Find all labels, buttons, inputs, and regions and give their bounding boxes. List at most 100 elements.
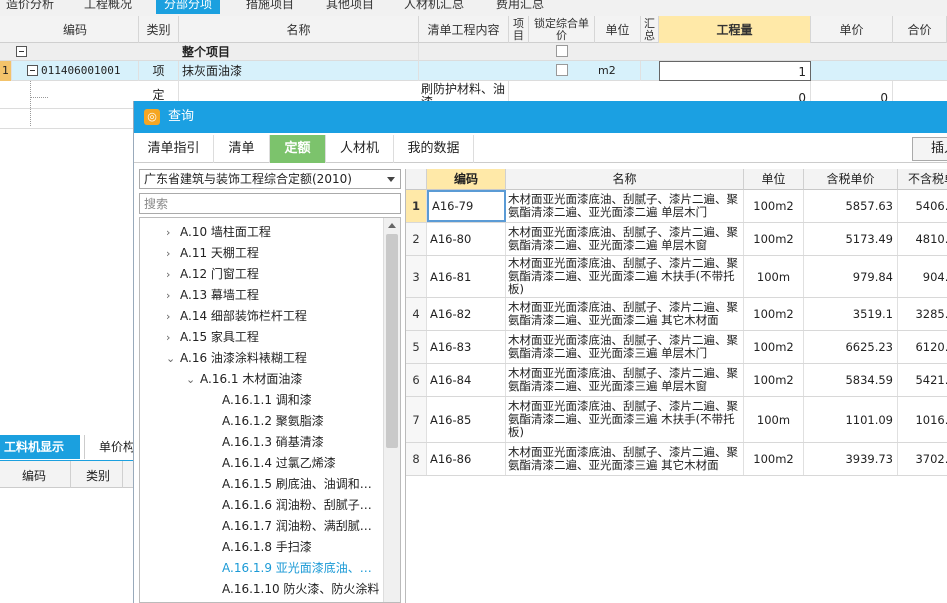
quota-code[interactable]: A16-86 xyxy=(427,443,506,475)
tab-project-overview[interactable]: 工程概况 xyxy=(84,0,132,14)
col-row-number xyxy=(406,169,427,190)
grid-row[interactable]: 7 A16-85 木材面亚光面漆底油、刮腻子、漆片二遍、聚氨酯清漆二遍、亚光面漆三遍… xyxy=(406,397,947,443)
scroll-thumb[interactable] xyxy=(386,234,398,448)
lock-checkbox[interactable] xyxy=(556,64,568,76)
tree-node[interactable]: › A.12 门窗工程 xyxy=(166,264,259,285)
tree-node[interactable]: ⌄ A.16 油漆涂料裱糊工程 xyxy=(166,348,307,369)
chevron-right-icon[interactable]: › xyxy=(166,264,180,285)
tax-price: 1101.09 xyxy=(804,397,898,442)
grid-row[interactable]: 4 A16-82 木材面亚光面漆底油、刮腻子、漆片二遍、聚氨酯清漆二遍、亚光面漆二遍… xyxy=(406,298,947,331)
quota-code[interactable]: A16-82 xyxy=(427,298,506,330)
item-category: 项 xyxy=(139,61,179,81)
chevron-right-icon[interactable]: › xyxy=(166,243,180,264)
table-row-project[interactable]: 整个项目 xyxy=(0,43,947,61)
tab-fee-summary[interactable]: 费用汇总 xyxy=(496,0,544,14)
tree-node[interactable]: A.16.1.3 硝基清漆 xyxy=(222,432,324,453)
quota-name: 木材面亚光面漆底油、刮腻子、漆片二遍、聚氨酯清漆二遍、亚光面漆二遍 单层木窗 xyxy=(506,223,744,255)
tab-price-composition[interactable]: 单价构成 xyxy=(84,435,135,459)
tab-bill[interactable]: 清单 xyxy=(214,135,270,163)
tree-node-label: A.12 门窗工程 xyxy=(180,267,259,281)
quota-name: 木材面亚光面漆底油、刮腻子、漆片二遍、聚氨酯清漆二遍、亚光面漆二遍 其它木材面 xyxy=(506,298,744,330)
chevron-right-icon[interactable]: › xyxy=(166,285,180,306)
quota-code[interactable]: A16-83 xyxy=(427,331,506,363)
collapse-icon[interactable] xyxy=(16,46,27,57)
tab-material-display[interactable]: 工料机显示 xyxy=(0,435,80,459)
tab-other-items[interactable]: 其他项目 xyxy=(326,0,374,14)
col-tax-price[interactable]: 含税单价 xyxy=(804,169,898,190)
bottom-table-header: 编码 类别 xyxy=(0,461,135,488)
tree-node[interactable]: A.16.1.2 聚氨脂漆 xyxy=(222,411,324,432)
row-number: 1 xyxy=(0,61,12,81)
tree-node[interactable]: A.16.1.4 过氯乙烯漆 xyxy=(222,453,336,474)
scroll-up-icon[interactable] xyxy=(388,223,396,228)
tree-node[interactable]: A.16.1.1 调和漆 xyxy=(222,390,312,411)
tab-my-data[interactable]: 我的数据 xyxy=(394,135,474,163)
notax-price: 904.16 xyxy=(898,256,947,297)
table-row[interactable]: 1 011406001001 项 抹灰面油漆 m2 1 xyxy=(0,61,947,81)
chevron-right-icon[interactable]: › xyxy=(166,327,180,348)
tree-node[interactable]: A.16.1.8 手扫漆 xyxy=(222,537,312,558)
tab-material-summary[interactable]: 人材机汇总 xyxy=(404,0,464,14)
tree-node[interactable]: A.16.1.10 防火漆、防火涂料 xyxy=(222,579,379,600)
tab-bill-guide[interactable]: 清单指引 xyxy=(134,135,214,163)
tab-sub-items[interactable]: 分部分项 xyxy=(156,0,221,14)
chevron-right-icon[interactable]: › xyxy=(166,306,180,327)
grid-row[interactable]: 5 A16-83 木材面亚光面漆底油、刮腻子、漆片二遍、聚氨酯清漆二遍、亚光面漆三遍… xyxy=(406,331,947,364)
search-input[interactable] xyxy=(139,193,401,214)
tree-node[interactable]: › A.11 天棚工程 xyxy=(166,243,259,264)
tree-node[interactable]: A.16.1.5 刷底油、油调和… xyxy=(222,474,372,495)
col-unit[interactable]: 单位 xyxy=(744,169,804,190)
collapse-icon[interactable] xyxy=(27,65,38,76)
chevron-down-icon[interactable]: ⌄ xyxy=(186,369,200,390)
lock-checkbox[interactable] xyxy=(556,45,568,57)
tree-node[interactable]: › A.13 幕墙工程 xyxy=(166,285,259,306)
col-quantity: 工程量 xyxy=(659,16,811,43)
tree-node[interactable]: › A.14 细部装饰栏杆工程 xyxy=(166,306,307,327)
insert-button[interactable]: 插入 xyxy=(912,137,947,161)
grid-row[interactable]: 2 A16-80 木材面亚光面漆底油、刮腻子、漆片二遍、聚氨酯清漆二遍、亚光面漆二遍… xyxy=(406,223,947,256)
col-content: 清单工程内容 xyxy=(419,16,509,43)
tab-cost-analysis[interactable]: 造价分析 xyxy=(6,0,54,14)
tab-measures[interactable]: 措施项目 xyxy=(246,0,294,14)
tree-scrollbar[interactable] xyxy=(383,218,400,602)
grid-row[interactable]: 8 A16-86 木材面亚光面漆底油、刮腻子、漆片二遍、聚氨酯清漆二遍、亚光面漆三遍… xyxy=(406,443,947,476)
col-code[interactable]: 编码 xyxy=(427,169,506,190)
quota-unit: 100m2 xyxy=(744,190,804,222)
tax-price: 5857.63 xyxy=(804,190,898,222)
tab-quota[interactable]: 定额 xyxy=(270,135,326,163)
tree-node[interactable]: A.16.1.7 润油粉、满刮腻… xyxy=(222,516,372,537)
tree-node-label: A.10 墙柱面工程 xyxy=(180,225,271,239)
tree-node[interactable]: › A.10 墙柱面工程 xyxy=(166,222,271,243)
item-name[interactable]: 抹灰面油漆 xyxy=(179,61,419,81)
col-notax-price[interactable]: 不含税单价 xyxy=(898,169,947,190)
tree-node[interactable]: › A.15 家具工程 xyxy=(166,327,259,348)
tax-price: 5834.59 xyxy=(804,364,898,396)
quantity-input[interactable]: 1 xyxy=(659,61,811,81)
quota-library-select[interactable]: 广东省建筑与装饰工程综合定额(2010) xyxy=(139,169,401,189)
quota-code[interactable]: A16-84 xyxy=(427,364,506,396)
col-item: 项目 xyxy=(509,16,529,43)
tree-node[interactable]: A.16.1.9 亚光面漆底油、… xyxy=(222,558,372,579)
col-name[interactable]: 名称 xyxy=(506,169,744,190)
dialog-title-bar[interactable]: ◎ 查询 xyxy=(134,101,947,133)
quota-code[interactable]: A16-80 xyxy=(427,223,506,255)
tab-materials[interactable]: 人材机 xyxy=(326,135,394,163)
grid-row[interactable]: 6 A16-84 木材面亚光面漆底油、刮腻子、漆片二遍、聚氨酯清漆二遍、亚光面漆三遍… xyxy=(406,364,947,397)
bottom-detail-panel: 工料机显示 单价构成 编码 类别 xyxy=(0,432,135,603)
quota-name: 木材面亚光面漆底油、刮腻子、漆片二遍、聚氨酯清漆二遍、亚光面漆三遍 单层木门 xyxy=(506,331,744,363)
grid-row[interactable]: 1 A16-79 木材面亚光面漆底油、刮腻子、漆片二遍、聚氨酯清漆二遍、亚光面漆二遍… xyxy=(406,190,947,223)
quota-code[interactable]: A16-79 xyxy=(427,190,506,222)
grid-row[interactable]: 3 A16-81 木材面亚光面漆底油、刮腻子、漆片二遍、聚氨酯清漆二遍、亚光面漆二遍… xyxy=(406,256,947,298)
tree-node-label: A.14 细部装饰栏杆工程 xyxy=(180,309,307,323)
tax-price: 3519.1 xyxy=(804,298,898,330)
row-number: 5 xyxy=(406,331,427,363)
item-code: 011406001001 xyxy=(41,61,139,81)
notax-price: 4810.28 xyxy=(898,223,947,255)
chevron-down-icon[interactable]: ⌄ xyxy=(166,348,180,369)
quota-code[interactable]: A16-81 xyxy=(427,256,506,297)
tree-node[interactable]: A.16.1.6 润油粉、刮腻子… xyxy=(222,495,372,516)
tree-node[interactable]: ⌄ A.16.1 木材面油漆 xyxy=(186,369,302,390)
col-name: 名称 xyxy=(179,16,419,43)
quota-code[interactable]: A16-85 xyxy=(427,397,506,442)
chevron-right-icon[interactable]: › xyxy=(166,222,180,243)
